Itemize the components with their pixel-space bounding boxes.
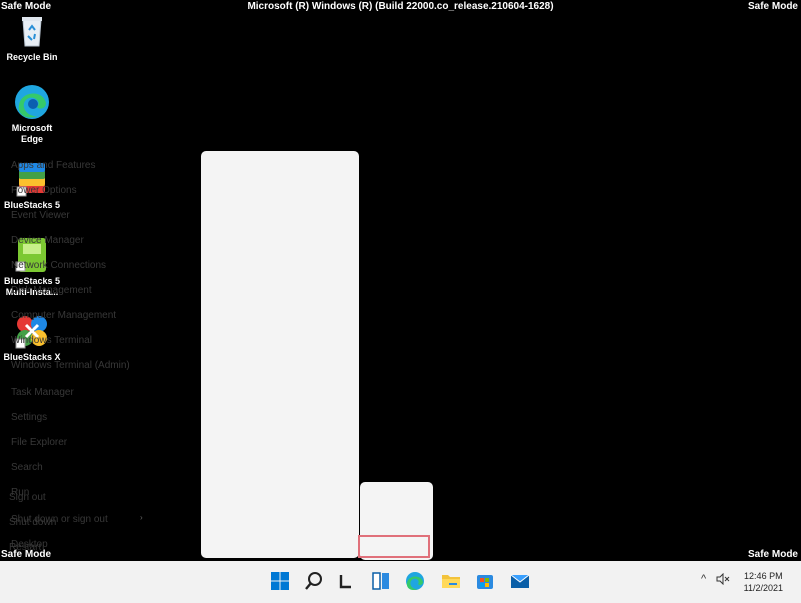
store-icon[interactable] [474,570,496,592]
submenu-item-sign-out[interactable]: Sign out [9,491,46,505]
window-title: Microsoft (R) Windows (R) (Build 22000.c… [247,1,554,12]
desktop-icon-microsoft-edge[interactable]: Microsoft Edge [1,83,63,145]
search-icon[interactable] [303,570,325,592]
desktop-icon-recycle-bin[interactable]: Recycle Bin [1,12,63,63]
widgets-icon[interactable] [336,570,358,592]
menu-item-file-explorer[interactable]: File Explorer [11,436,67,450]
menu-item-apps-and-features[interactable]: Apps and Features [11,159,96,173]
start-icon[interactable] [269,570,291,592]
speaker-icon[interactable] [716,572,730,588]
edge-icon[interactable] [404,570,426,592]
menu-item-search[interactable]: Search [11,461,43,475]
taskbar-clock[interactable]: 12:46 PM 11/2/2021 [744,570,783,594]
restart-highlight-box [358,535,430,558]
menu-item-power-options[interactable]: Power Options [11,184,77,198]
mail-icon[interactable] [509,570,531,592]
clock-date: 11/2/2021 [743,583,783,593]
menu-item-computer-management[interactable]: Computer Management [11,309,116,323]
submenu-item-shut-down[interactable]: Shut down [9,516,56,530]
menu-item-windows-terminal-admin[interactable]: Windows Terminal (Admin) [11,359,130,373]
taskbar: ^ 12:46 PM 11/2/2021 [0,561,801,603]
clock-time: 12:46 PM [744,571,783,581]
menu-item-event-viewer[interactable]: Event Viewer [11,209,70,223]
submenu-item-restart[interactable]: Restart [9,541,41,555]
menu-item-task-manager[interactable]: Task Manager [11,386,74,400]
safe-mode-label-bottom-right: Safe Mode [747,549,798,560]
chevron-right-icon: › [140,513,143,522]
menu-item-device-manager[interactable]: Device Manager [11,234,84,248]
menu-item-windows-terminal[interactable]: Windows Terminal [11,334,92,348]
task-view-icon[interactable] [370,570,392,592]
menu-item-network-connections[interactable]: Network Connections [11,259,106,273]
menu-item-disk-management[interactable]: Disk Management [11,284,92,298]
file-explorer-icon[interactable] [440,570,462,592]
show-hidden-icons-icon[interactable]: ^ [701,573,706,585]
safe-mode-label-top-right: Safe Mode [747,1,798,12]
recycle-bin-icon [13,12,51,50]
menu-item-settings[interactable]: Settings [11,411,47,425]
winx-context-menu [201,151,359,558]
edge-icon [13,83,51,121]
